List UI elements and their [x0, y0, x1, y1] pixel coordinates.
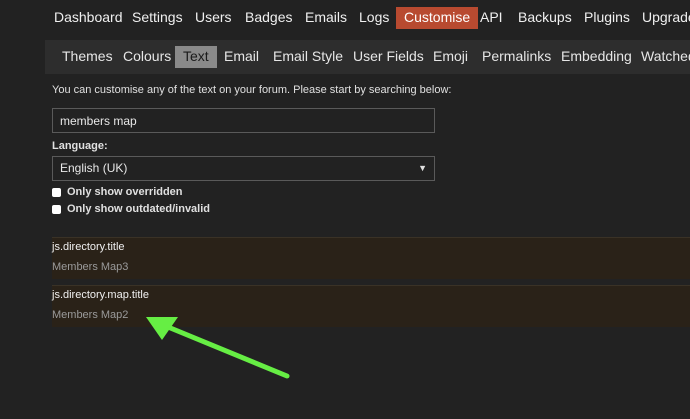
arrow-shaft [165, 324, 290, 379]
annotation-arrow [146, 317, 290, 379]
